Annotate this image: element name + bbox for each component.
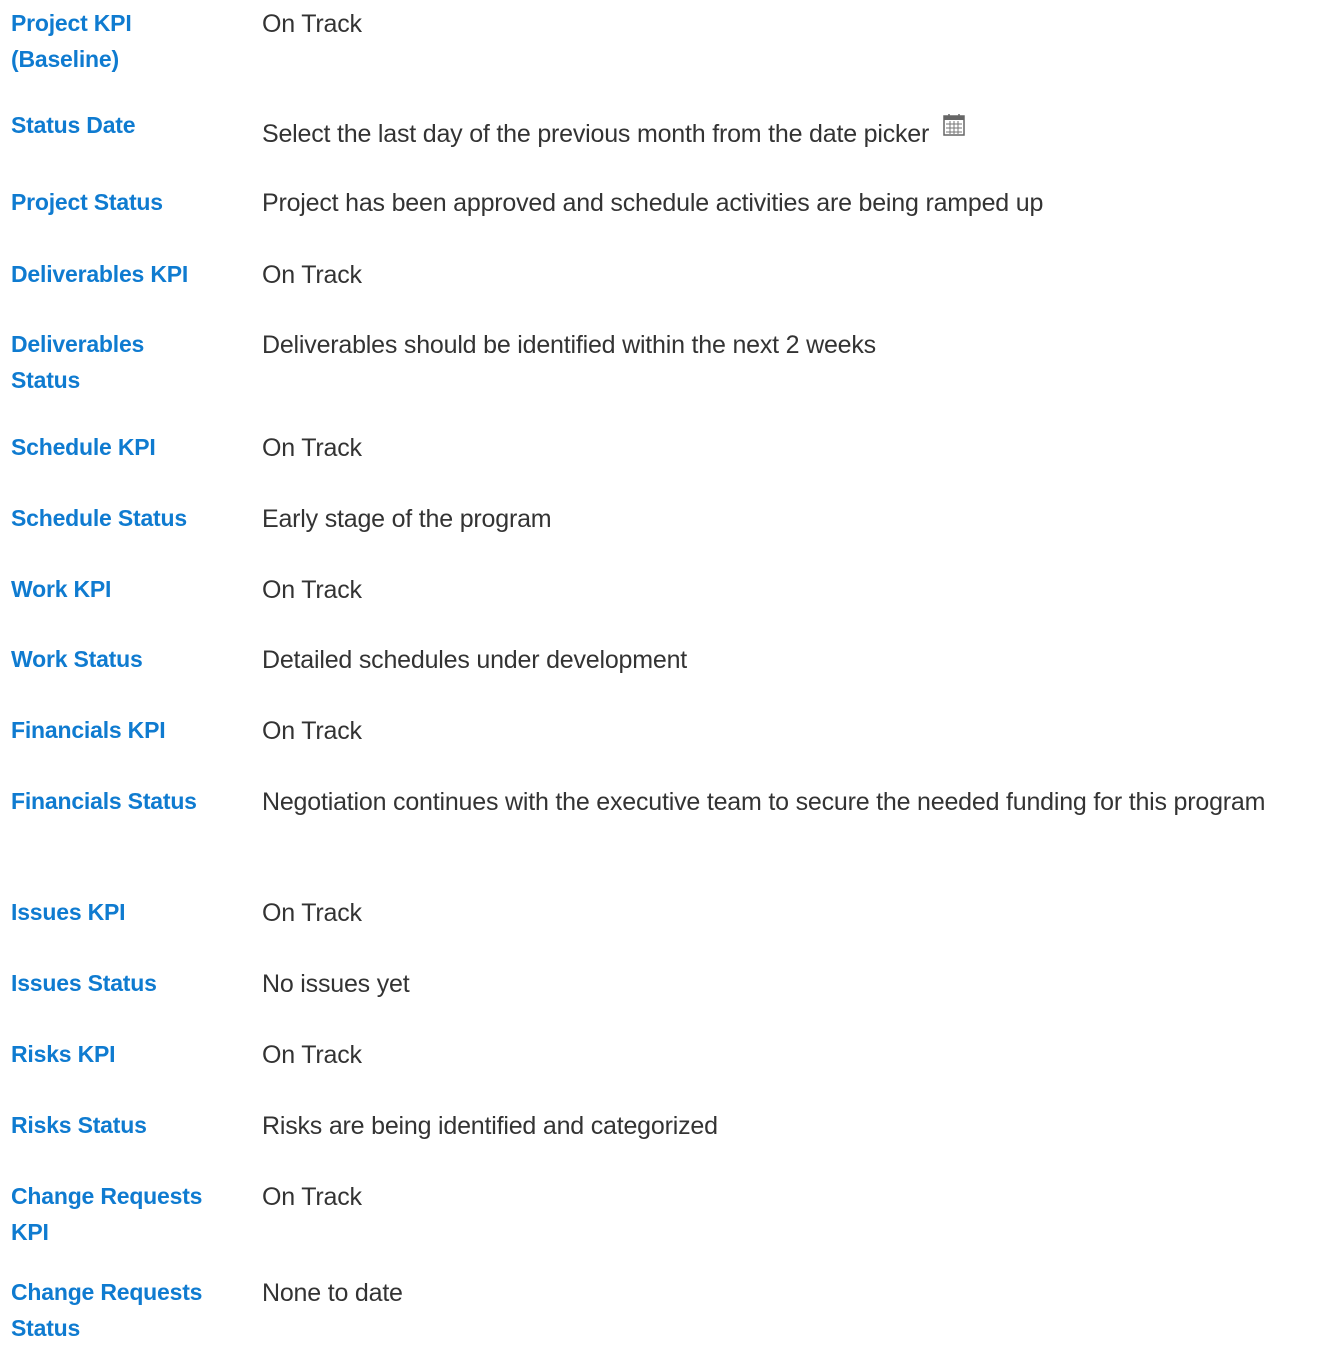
field-label: Risks KPI xyxy=(11,1041,116,1067)
field-value: Deliverables should be identified within… xyxy=(262,331,876,359)
field-value: On Track xyxy=(262,10,362,38)
field-label: Deliverables KPI xyxy=(11,261,189,287)
field-label: Project KPI (Baseline) xyxy=(11,10,132,72)
field-value: On Track xyxy=(262,576,362,604)
field-value: Select the last day of the previous mont… xyxy=(262,120,930,148)
field-value: No issues yet xyxy=(262,970,410,998)
field-label: Work KPI xyxy=(11,576,112,602)
field-value: Negotiation continues with the executive… xyxy=(262,788,1266,816)
field-label: Status Date xyxy=(11,112,136,138)
calendar-icon[interactable] xyxy=(942,113,966,137)
field-label: Deliverables Status xyxy=(11,331,145,393)
field-value: None to date xyxy=(262,1279,403,1307)
field-label: Work Status xyxy=(11,646,143,672)
field-label: Issues KPI xyxy=(11,899,126,925)
field-label: Financials KPI xyxy=(11,717,166,743)
field-value: On Track xyxy=(262,717,362,745)
field-label: Issues Status xyxy=(11,970,157,996)
field-value: On Track xyxy=(262,434,362,462)
field-label: Schedule Status xyxy=(11,505,187,531)
field-label: Schedule KPI xyxy=(11,434,156,460)
field-value: On Track xyxy=(262,899,362,927)
field-label: Risks Status xyxy=(11,1112,147,1138)
status-date-value: Select the last day of the previous mont… xyxy=(262,113,1307,153)
field-value: Risks are being identified and categoriz… xyxy=(262,1112,718,1140)
field-label: Change Requests KPI xyxy=(11,1183,203,1245)
field-value: On Track xyxy=(262,261,362,289)
field-value: On Track xyxy=(262,1183,362,1211)
field-value: Detailed schedules under development xyxy=(262,646,688,674)
field-label: Change Requests Status xyxy=(11,1279,203,1341)
field-label: Project Status xyxy=(11,189,163,215)
field-value: Early stage of the program xyxy=(262,505,552,533)
field-value: Project has been approved and schedule a… xyxy=(262,189,1044,217)
field-value: On Track xyxy=(262,1041,362,1069)
field-label: Financials Status xyxy=(11,788,197,814)
